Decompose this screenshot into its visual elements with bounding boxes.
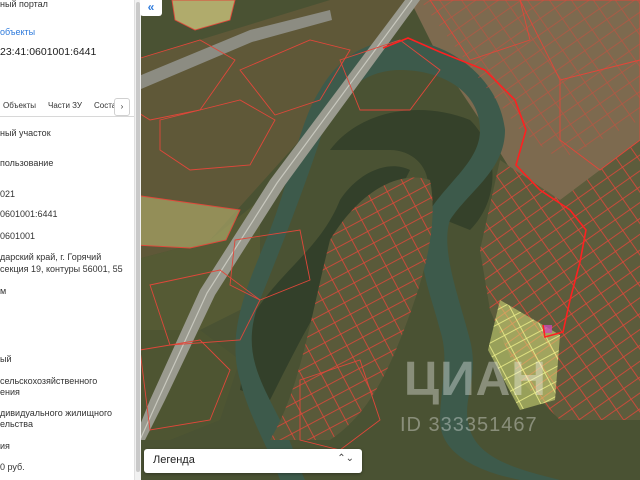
panel-line: м — [0, 286, 7, 296]
panel-line: 0601001:6441 — [0, 209, 58, 219]
panel-line: ый — [0, 354, 12, 364]
panel-scrollbar[interactable] — [134, 0, 141, 480]
panel-line: ения — [0, 387, 20, 397]
collapse-panel-icon[interactable]: « — [140, 0, 162, 16]
panel-line: ный участок — [0, 128, 51, 138]
info-panel: ный портал объекты 23:41:0601001:6441 Об… — [0, 0, 135, 480]
panel-line: дарский край, г. Горячий — [0, 252, 102, 262]
chevron-updown-icon: ⌃⌄ — [337, 453, 354, 464]
panel-line: ельства — [0, 419, 33, 429]
panel-line: 021 — [0, 189, 16, 199]
tabs-next-button[interactable]: › — [114, 98, 130, 116]
tab-composition[interactable]: Соста — [94, 101, 116, 110]
portal-title: ный портал — [0, 0, 48, 9]
panel-line: дивидуального жилищного — [0, 408, 113, 418]
cadastral-number: 23:41:0601001:6441 — [0, 46, 97, 58]
legend-dropdown[interactable]: Легенда ⌃⌄ — [144, 449, 362, 473]
legend-label: Легенда — [153, 454, 195, 466]
panel-line: ия — [0, 441, 10, 451]
panel-line: секция 19, контуры 56001, 55 — [0, 264, 123, 274]
panel-line: 0 руб. — [0, 462, 25, 472]
panel-line: пользование — [0, 158, 54, 168]
watermark-id: ID 333351467 — [400, 414, 538, 436]
panel-line: сельскохозяйственного — [0, 376, 98, 386]
watermark: ЦИАН ID 333351467 — [378, 338, 608, 448]
watermark-brand: ЦИАН — [404, 353, 547, 406]
tab-objects[interactable]: Объекты — [3, 101, 36, 110]
scrollbar-thumb[interactable] — [136, 2, 140, 472]
tab-parts[interactable]: Части ЗУ — [48, 101, 82, 110]
panel-line: 0601001 — [0, 231, 36, 241]
objects-link[interactable]: объекты — [0, 27, 35, 38]
